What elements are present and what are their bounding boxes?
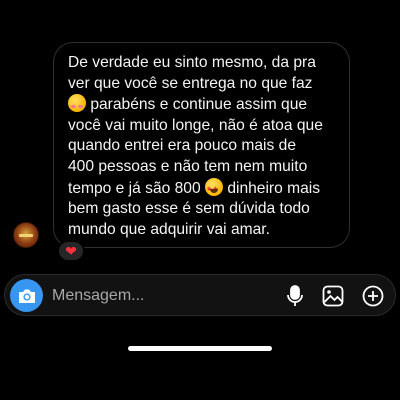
heart-reaction-badge[interactable]: ❤	[57, 240, 85, 262]
message-input[interactable]	[52, 285, 252, 307]
microphone-icon	[287, 285, 303, 306]
star-struck-emoji-icon	[204, 177, 223, 200]
camera-icon	[18, 289, 35, 303]
heart-icon: ❤	[65, 243, 77, 259]
add-button[interactable]	[361, 284, 385, 308]
dm-thread-screen: De verdade eu sinto mesmo, da pra ver qu…	[0, 0, 400, 400]
camera-button[interactable]	[10, 279, 43, 312]
party-face-emoji-icon	[68, 94, 86, 113]
microphone-button[interactable]	[283, 284, 307, 308]
home-indicator[interactable]	[128, 346, 272, 351]
message-text-part-1: De verdade eu sinto mesmo, da pra ver qu…	[68, 54, 316, 92]
message-text: De verdade eu sinto mesmo, da pra ver qu…	[68, 53, 341, 240]
gallery-icon	[322, 285, 344, 307]
gallery-button[interactable]	[321, 284, 345, 308]
plus-icon	[362, 285, 384, 307]
sender-avatar[interactable]	[13, 222, 39, 248]
message-composer	[4, 274, 396, 316]
message-bubble[interactable]: De verdade eu sinto mesmo, da pra ver qu…	[53, 42, 350, 248]
